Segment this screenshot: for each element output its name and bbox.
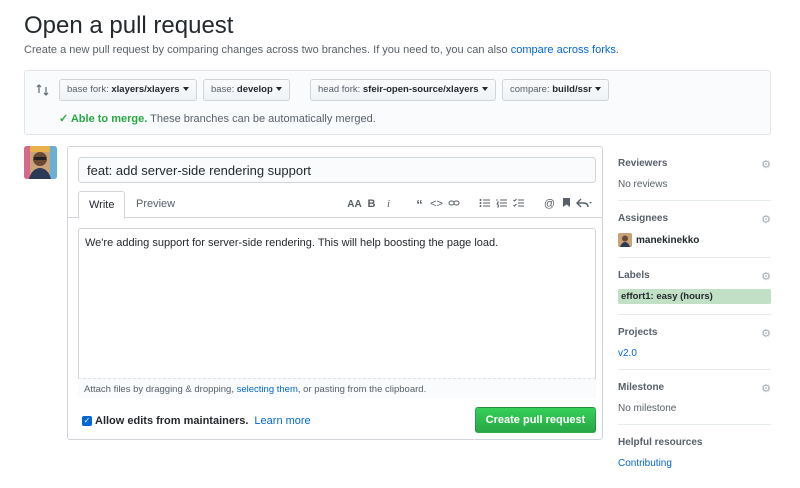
projects-heading: Projects (618, 327, 658, 338)
labels-section: Labels ⚙ effort1: easy (hours) (618, 258, 771, 315)
merge-status-text: These branches can be automatically merg… (147, 113, 376, 125)
avatar[interactable] (24, 146, 57, 179)
assignees-section: Assignees ⚙ manekinekko (618, 201, 771, 258)
italic-icon[interactable]: i (380, 198, 397, 210)
link-icon[interactable] (445, 198, 462, 211)
merge-ok-label: ✓ Able to merge. (59, 113, 148, 125)
task-list-icon[interactable] (510, 198, 527, 211)
attach-files-bar[interactable]: Attach files by dragging & dropping, sel… (78, 378, 596, 398)
composer-tabs: Write Preview AA B i “ <> @ (68, 191, 602, 219)
base-fork-value: xlayers/xlayers (111, 84, 180, 95)
assignee-item[interactable]: manekinekko (618, 233, 771, 247)
assignees-heading: Assignees (618, 213, 669, 224)
project-link[interactable]: v2.0 (618, 348, 771, 359)
caret-down-icon (275, 87, 282, 92)
contributing-link[interactable]: Contributing (618, 458, 771, 469)
base-fork-prefix: base fork: (67, 84, 112, 95)
base-prefix: base: (211, 84, 237, 95)
pr-title-input[interactable] (78, 157, 596, 183)
bookmark-icon[interactable] (558, 197, 575, 211)
gear-icon[interactable]: ⚙ (761, 158, 771, 171)
pr-body-textarea[interactable]: We're adding support for server-side ren… (78, 228, 596, 398)
avatar (618, 233, 632, 247)
tab-write[interactable]: Write (78, 191, 126, 219)
selecting-them-link[interactable]: selecting them (237, 384, 298, 395)
code-icon[interactable]: <> (428, 198, 445, 210)
caret-down-icon (594, 87, 601, 92)
labels-heading: Labels (618, 270, 650, 281)
pr-body-text: We're adding support for server-side ren… (85, 237, 499, 249)
gear-icon[interactable]: ⚙ (761, 382, 771, 395)
bold-icon[interactable]: B (363, 198, 380, 210)
reviewers-section: Reviewers ⚙ No reviews (618, 146, 771, 201)
allow-edits-checkbox[interactable]: ✓ (82, 416, 92, 426)
compare-value: build/ssr (552, 84, 592, 95)
helpful-resources-section: Helpful resources Contributing (618, 425, 771, 479)
reviewers-value: No reviews (618, 179, 668, 190)
gear-icon[interactable]: ⚙ (761, 327, 771, 340)
compare-range-box: base fork: xlayers/xlayers base: develop… (24, 70, 771, 135)
learn-more-link[interactable]: Learn more (254, 415, 310, 427)
projects-section: Projects ⚙ v2.0 (618, 315, 771, 370)
milestone-value: No milestone (618, 403, 677, 414)
tab-preview[interactable]: Preview (126, 191, 185, 219)
helpful-resources-heading: Helpful resources (618, 437, 703, 448)
numbered-list-icon[interactable] (493, 198, 510, 211)
attach-prefix: Attach files by dragging & dropping, (84, 384, 237, 395)
caret-down-icon (182, 87, 189, 92)
allow-edits-label[interactable]: Allow edits from maintainers. (95, 415, 248, 427)
subtitle-text: Create a new pull request by comparing c… (24, 44, 511, 56)
merge-status: ✓ Able to merge. These branches can be a… (59, 112, 376, 125)
reviewers-heading: Reviewers (618, 158, 668, 169)
reply-icon[interactable] (575, 198, 592, 211)
mention-icon[interactable]: @ (541, 198, 558, 210)
head-fork-select[interactable]: head fork: sfeir-open-source/xlayers (310, 79, 496, 101)
quote-icon[interactable]: “ (411, 197, 428, 212)
compare-across-forks-link[interactable]: compare across forks (511, 44, 616, 56)
head-fork-prefix: head fork: (318, 84, 363, 95)
gear-icon[interactable]: ⚙ (761, 213, 771, 226)
markdown-toolbar: AA B i “ <> @ (346, 194, 592, 214)
base-branch-select[interactable]: base: develop (203, 79, 290, 101)
compare-arrows-icon[interactable] (36, 83, 50, 97)
base-fork-select[interactable]: base fork: xlayers/xlayers (59, 79, 197, 101)
gear-icon[interactable]: ⚙ (761, 270, 771, 283)
label-badge[interactable]: effort1: easy (hours) (618, 289, 771, 304)
base-value: develop (236, 84, 273, 95)
milestone-section: Milestone ⚙ No milestone (618, 370, 771, 425)
head-fork-value: sfeir-open-source/xlayers (362, 84, 479, 95)
page-subtitle: Create a new pull request by comparing c… (24, 44, 619, 56)
allow-edits-row: ✓ Allow edits from maintainers. Learn mo… (82, 415, 311, 427)
heading-icon[interactable]: AA (346, 199, 363, 210)
assignee-name: manekinekko (636, 234, 700, 246)
attach-suffix: , or pasting from the clipboard. (297, 384, 427, 395)
bullet-list-icon[interactable] (476, 198, 493, 211)
compare-branch-select[interactable]: compare: build/ssr (502, 79, 609, 101)
sidebar: Reviewers ⚙ No reviews Assignees ⚙ manek… (618, 146, 771, 479)
create-pull-request-button[interactable]: Create pull request (475, 407, 596, 433)
page-title: Open a pull request (24, 12, 234, 39)
milestone-heading: Milestone (618, 382, 665, 393)
compare-prefix: compare: (510, 84, 553, 95)
caret-down-icon (481, 87, 488, 92)
subtitle-suffix: . (615, 44, 619, 56)
pr-composer: Write Preview AA B i “ <> @ (67, 146, 603, 440)
